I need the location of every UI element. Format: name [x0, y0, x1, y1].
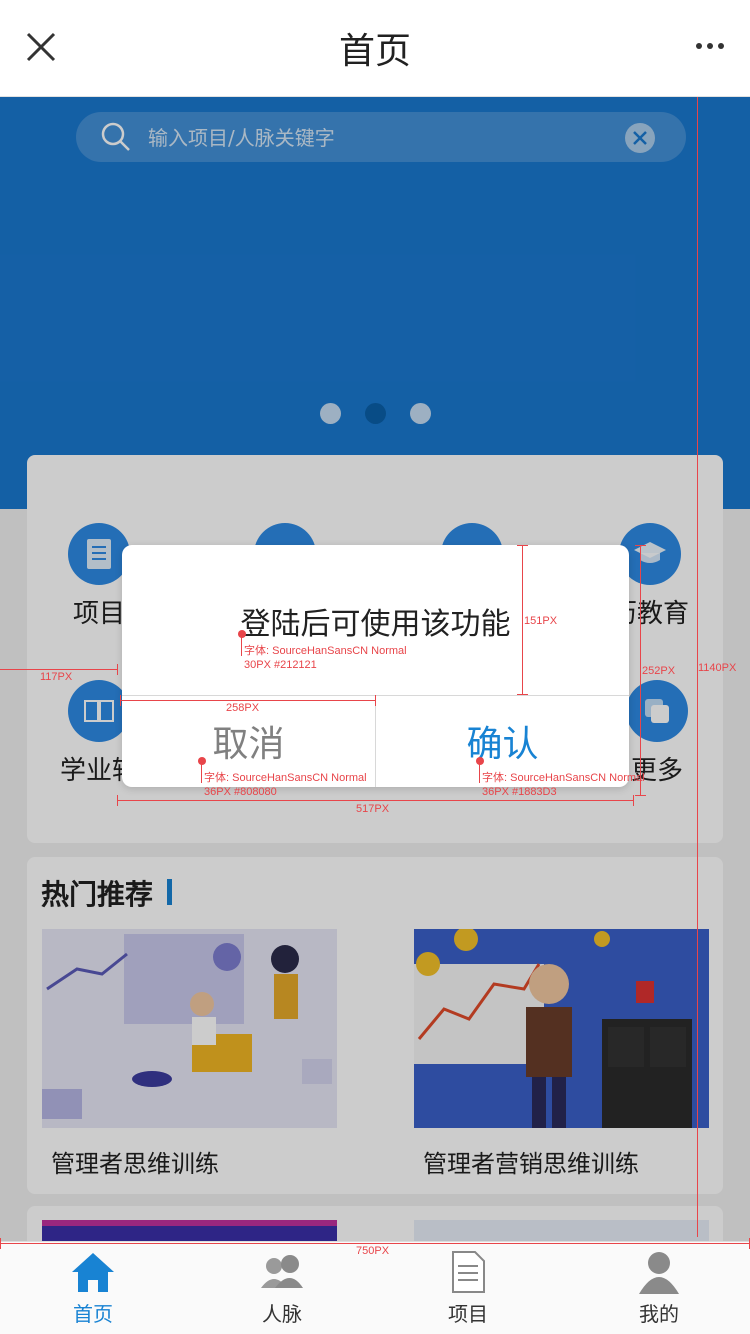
dimension-label: 750PX	[356, 1245, 390, 1257]
tab-profile[interactable]: 我的	[599, 1250, 719, 1327]
dimension-tick	[0, 1238, 1, 1249]
dimension-line	[0, 1243, 750, 1244]
login-required-dialog: 登陆后可使用该功能 取消 确认	[122, 545, 629, 787]
dimension-label: 258PX	[226, 702, 260, 714]
annotation-text: 字体: SourceHanSansCN Normal	[482, 772, 645, 784]
dimension-label: 117PX	[40, 671, 73, 683]
tab-projects[interactable]: 项目	[408, 1250, 528, 1327]
dimension-line	[640, 545, 641, 795]
tab-label: 我的	[639, 1302, 679, 1326]
nav-header: 首页	[0, 0, 750, 97]
dimension-tick	[117, 795, 118, 806]
annotation-marker	[476, 757, 484, 765]
dimension-label: 517PX	[356, 803, 390, 815]
annotation-text: 30PX #212121	[244, 659, 317, 671]
dimension-tick	[517, 694, 528, 695]
annotation-line	[241, 634, 242, 656]
user-icon	[639, 1252, 679, 1294]
dimension-tick	[375, 695, 376, 706]
document-icon	[452, 1251, 485, 1293]
home-icon	[72, 1253, 114, 1292]
dimension-label: 1140PX	[698, 662, 737, 674]
tab-label: 人脉	[262, 1302, 302, 1326]
annotation-marker	[238, 630, 246, 638]
annotation-text: 字体: SourceHanSansCN Normal	[244, 645, 407, 657]
annotation-text: 字体: SourceHanSansCN Normal	[204, 772, 367, 784]
annotation-text: 36PX #808080	[204, 786, 277, 798]
annotation-line	[201, 761, 202, 783]
more-dots-icon[interactable]	[694, 36, 726, 56]
annotation-line	[479, 761, 480, 783]
contacts-icon	[261, 1255, 303, 1288]
tab-label: 项目	[448, 1302, 488, 1326]
annotation-text: 36PX #1883D3	[482, 786, 557, 798]
dimension-tick	[120, 695, 121, 706]
dimension-line	[120, 700, 376, 701]
dimension-label: 151PX	[524, 615, 558, 627]
dimension-tick	[117, 664, 118, 675]
dimension-tick	[633, 795, 634, 806]
dimension-line	[522, 545, 523, 695]
dimension-label: 252PX	[642, 665, 676, 677]
dimension-tick	[635, 545, 646, 546]
dimension-line	[0, 669, 118, 670]
tab-home[interactable]: 首页	[33, 1250, 153, 1327]
tab-label: 首页	[73, 1302, 113, 1326]
page-title: 首页	[338, 31, 411, 72]
dimension-line	[117, 800, 634, 801]
close-icon[interactable]	[24, 30, 58, 64]
annotation-marker	[198, 757, 206, 765]
dimension-tick	[635, 795, 646, 796]
tab-contacts[interactable]: 人脉	[222, 1250, 342, 1327]
dimension-tick	[517, 545, 528, 546]
